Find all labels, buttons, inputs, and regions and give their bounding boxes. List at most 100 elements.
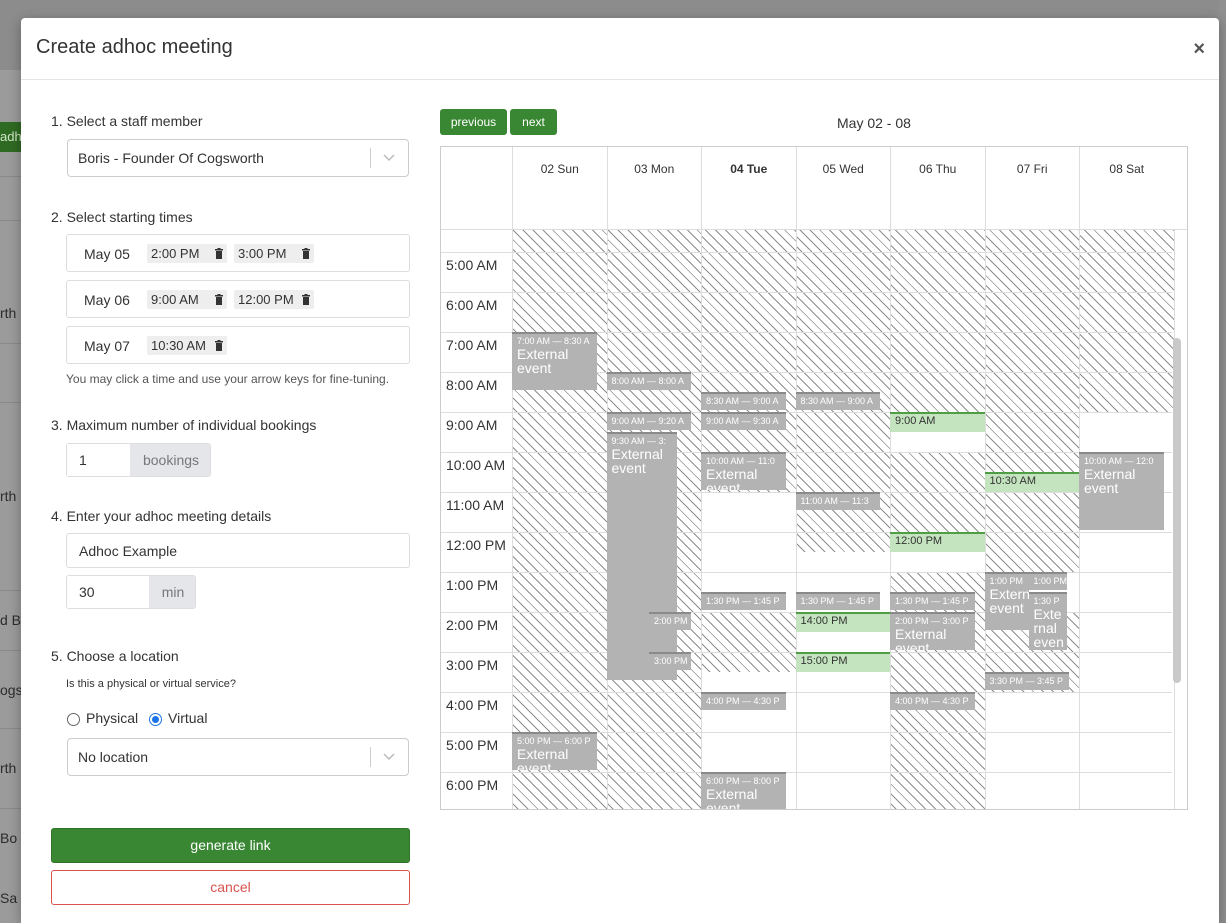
calendar-header: 02 Sun 03 Mon 04 Tue 05 Wed 06 Thu 07 Fri 08 S… bbox=[441, 147, 1187, 230]
time-chip[interactable]: 3:00 PM bbox=[234, 244, 314, 263]
staff-select[interactable]: Boris - Founder Of Cogsworth bbox=[67, 139, 409, 177]
modal-header: Create adhoc meeting × bbox=[21, 18, 1219, 80]
calendar-event[interactable]: 4:00 PM — 4:30 P bbox=[701, 692, 786, 710]
calendar-event[interactable]: 9:00 AM — 9:20 A bbox=[606, 412, 691, 430]
background-divider bbox=[0, 176, 22, 177]
event-time: 1:30 PM — 1:45 P bbox=[800, 596, 875, 606]
time-chip-label: 10:30 AM bbox=[151, 338, 206, 353]
column-divider bbox=[890, 230, 891, 809]
calendar-event[interactable]: 7:00 AM — 8:30 A External event bbox=[512, 332, 597, 390]
calendar-event[interactable]: 1:30 PExte rnal even t bbox=[1028, 592, 1067, 650]
close-icon[interactable]: × bbox=[1193, 38, 1205, 60]
calendar-event[interactable]: 1:00 PM bbox=[1028, 572, 1067, 590]
calendar-event[interactable]: 9:30 AM — 3: External event bbox=[606, 432, 677, 680]
time-row-date: May 05 bbox=[84, 246, 130, 262]
event-time: 11:00 AM — 11:3 bbox=[800, 496, 869, 506]
hour-row: 12:00 PM bbox=[441, 532, 1172, 572]
physical-radio-label[interactable]: Physical bbox=[86, 710, 138, 726]
calendar-event[interactable]: 3:30 PM — 3:45 P bbox=[984, 672, 1069, 690]
event-name: External event bbox=[706, 786, 758, 810]
background-text: Bo bbox=[0, 830, 18, 846]
selected-time-slot[interactable]: 15:00 PM bbox=[795, 652, 890, 672]
bookings-input-group: 1 bookings bbox=[66, 443, 211, 477]
time-chip[interactable]: 12:00 PM bbox=[234, 290, 314, 309]
time-row-may-05: May 05 2:00 PM 3:00 PM bbox=[66, 234, 410, 272]
hour-label: 11:00 AM bbox=[446, 497, 505, 513]
trash-icon[interactable] bbox=[214, 294, 224, 305]
meeting-name-input[interactable]: Adhoc Example bbox=[66, 533, 410, 568]
duration-input[interactable]: 30 bbox=[67, 576, 149, 608]
calendar-event[interactable]: 8:30 AM — 9:00 A bbox=[701, 392, 786, 410]
background-divider bbox=[0, 650, 22, 651]
virtual-radio[interactable] bbox=[149, 713, 162, 726]
day-header: 07 Fri bbox=[984, 147, 1080, 230]
calendar-event[interactable]: 6:00 PM — 8:00 P External event bbox=[701, 772, 786, 810]
next-week-button[interactable]: next bbox=[510, 109, 557, 135]
event-time: 1:30 PM — 1:45 P bbox=[706, 596, 780, 606]
selected-time-slot[interactable]: 14:00 PM bbox=[795, 612, 890, 632]
generate-link-button[interactable]: generate link bbox=[51, 828, 410, 863]
selected-time-slot[interactable]: 9:00 AM bbox=[890, 412, 985, 432]
hour-label: 1:00 PM bbox=[446, 577, 499, 593]
event-time: 9:00 AM — 9:30 A bbox=[706, 416, 779, 426]
select-separator bbox=[370, 148, 371, 168]
background-text: ogs bbox=[0, 682, 22, 698]
calendar-body[interactable]: 5:00 AM 6:00 AM 7:00 AM 8:00 AM 9:00 AM 10:00… bbox=[441, 230, 1187, 810]
trash-icon[interactable] bbox=[301, 248, 311, 259]
background-text: Sa bbox=[0, 890, 18, 906]
column-divider bbox=[512, 230, 513, 809]
calendar-event[interactable]: 1:00 PM Extern event bbox=[984, 572, 1029, 630]
trash-icon[interactable] bbox=[214, 340, 224, 351]
calendar-event[interactable]: 1:30 PM — 1:45 P bbox=[795, 592, 880, 610]
hour-row: 9:00 AM bbox=[441, 412, 1172, 452]
calendar-event[interactable]: 10:00 AM — 11:0 External event bbox=[701, 452, 786, 490]
selected-time-slot[interactable]: 10:30 AM bbox=[984, 472, 1079, 492]
calendar-event[interactable]: 9:00 AM — 9:30 A bbox=[701, 412, 786, 430]
previous-week-button[interactable]: previous bbox=[440, 109, 507, 135]
time-chip[interactable]: 10:30 AM bbox=[147, 336, 227, 355]
calendar-event[interactable]: 1:30 PM — 1:45 P bbox=[701, 592, 786, 610]
calendar-event[interactable]: 8:00 AM — 8:00 A bbox=[606, 372, 691, 390]
bookings-input[interactable]: 1 bbox=[67, 444, 130, 476]
event-name: Extern event bbox=[989, 586, 1029, 616]
location-select[interactable]: No location bbox=[67, 738, 409, 776]
hour-label: 3:00 PM bbox=[446, 657, 499, 673]
day-header: 05 Wed bbox=[795, 147, 891, 230]
cancel-button[interactable]: cancel bbox=[51, 870, 410, 905]
calendar-event[interactable]: 11:00 AM — 11:3 bbox=[795, 492, 880, 510]
physical-radio[interactable] bbox=[67, 713, 80, 726]
select-separator bbox=[370, 747, 371, 767]
calendar-event[interactable]: 2:00 PM — 3:00 P External event bbox=[890, 612, 975, 650]
background-divider bbox=[0, 728, 22, 729]
time-chip-label: 9:00 AM bbox=[151, 292, 199, 307]
event-time: 8:00 AM — 8:00 A bbox=[611, 376, 685, 386]
time-chip[interactable]: 9:00 AM bbox=[147, 290, 227, 309]
calendar-event[interactable]: 10:00 AM — 12:0 External event bbox=[1079, 452, 1164, 530]
hour-label: 2:00 PM bbox=[446, 617, 499, 633]
trash-icon[interactable] bbox=[301, 294, 311, 305]
calendar-scrollbar[interactable] bbox=[1173, 338, 1181, 683]
virtual-radio-label[interactable]: Virtual bbox=[168, 710, 207, 726]
hour-label: 8:00 AM bbox=[446, 377, 498, 393]
calendar-event[interactable]: 2:00 PM bbox=[649, 612, 691, 630]
column-divider bbox=[795, 230, 797, 809]
hour-label: 5:00 AM bbox=[446, 257, 498, 273]
trash-icon[interactable] bbox=[214, 248, 224, 259]
hour-row: 4:00 PM bbox=[441, 692, 1172, 732]
day-header: 04 Tue bbox=[701, 147, 796, 230]
time-chip[interactable]: 2:00 PM bbox=[147, 244, 227, 263]
event-name: External event bbox=[706, 466, 758, 490]
selected-time-slot[interactable]: 12:00 PM bbox=[890, 532, 985, 552]
calendar-event[interactable]: 1:30 PM — 1:45 P bbox=[890, 592, 975, 610]
staff-step-label: 1. Select a staff member bbox=[51, 113, 203, 129]
times-step-label: 2. Select starting times bbox=[51, 209, 193, 225]
times-hint: You may click a time and use your arrow … bbox=[66, 372, 390, 386]
calendar-event[interactable]: 3:00 PM bbox=[649, 652, 691, 670]
day-header: 02 Sun bbox=[512, 147, 607, 230]
event-time: 1:30 PM — 1:45 P bbox=[895, 596, 969, 606]
calendar-event[interactable]: 5:00 PM — 6:00 P External event bbox=[512, 732, 597, 770]
time-chip-label: 3:00 PM bbox=[238, 246, 287, 261]
calendar-event[interactable]: 4:00 PM — 4:30 P bbox=[890, 692, 975, 710]
calendar-event[interactable]: 8:30 AM — 9:00 A bbox=[795, 392, 880, 410]
duration-input-group: 30 min bbox=[66, 575, 196, 609]
